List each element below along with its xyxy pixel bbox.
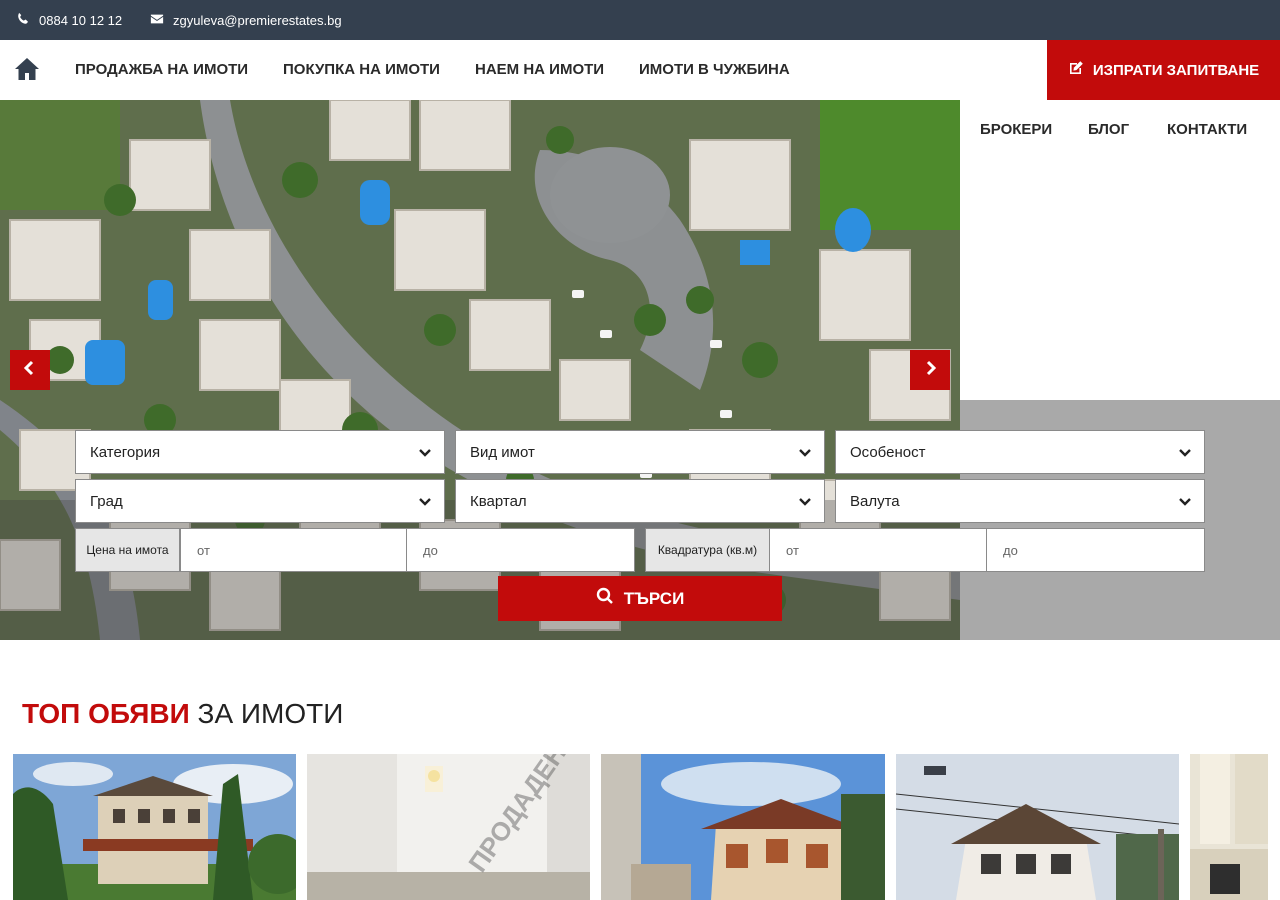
chevron-right-icon [922, 360, 938, 381]
listing-photo-house [601, 754, 885, 900]
price-range-label: Цена на имота [75, 528, 180, 572]
phone-number: 0884 10 12 12 [39, 12, 123, 28]
property-type-select-value: Вид имот [470, 443, 535, 461]
chevron-down-icon [1178, 495, 1192, 509]
listing-photo-building [896, 754, 1179, 900]
email-contact[interactable]: zgyuleva@premierestates.bg [150, 0, 342, 40]
nav-link-abroad[interactable]: ИМОТИ В ЧУЖБИНА [639, 40, 790, 100]
nav-link-brokers[interactable]: БРОКЕРИ [980, 100, 1052, 160]
email-address: zgyuleva@premierestates.bg [173, 12, 342, 28]
city-select[interactable]: Град [75, 479, 445, 523]
category-select-value: Категория [90, 443, 161, 461]
search-button[interactable]: ТЪРСИ [498, 576, 782, 621]
chevron-left-icon [22, 360, 38, 381]
slider-prev-button[interactable] [10, 350, 50, 390]
listing-card[interactable]: ПРОДАДЕН [307, 754, 590, 900]
chevron-down-icon [798, 446, 812, 460]
listing-card[interactable] [601, 754, 885, 900]
phone-contact[interactable]: 0884 10 12 12 [16, 0, 122, 40]
nav-link-buying[interactable]: ПОКУПКА НА ИМОТИ [283, 40, 440, 100]
feature-select-value: Особеност [850, 443, 926, 461]
district-select-value: Квартал [470, 492, 527, 510]
currency-select[interactable]: Валута [835, 479, 1205, 523]
listing-photo-kitchen [1190, 754, 1268, 900]
listing-card[interactable] [13, 754, 296, 900]
edit-icon [1068, 60, 1084, 80]
send-inquiry-label: ИЗПРАТИ ЗАПИТВАНЕ [1092, 61, 1260, 79]
send-inquiry-button[interactable]: ИЗПРАТИ ЗАПИТВАНЕ [1047, 40, 1280, 100]
nav-link-blog[interactable]: БЛОГ [1088, 100, 1129, 160]
top-bar: 0884 10 12 12 zgyuleva@premierestates.bg [0, 0, 1280, 40]
search-icon [596, 587, 614, 610]
search-button-label: ТЪРСИ [623, 588, 685, 608]
home-icon[interactable] [14, 57, 40, 81]
city-select-value: Град [90, 492, 123, 510]
chevron-down-icon [418, 446, 432, 460]
listing-photo-room: ПРОДАДЕН [307, 754, 590, 900]
listing-card[interactable] [1190, 754, 1268, 900]
title-highlight: ТОП ОБЯВИ [22, 698, 190, 729]
area-from-input[interactable]: от [769, 528, 987, 572]
chevron-down-icon [798, 495, 812, 509]
chevron-down-icon [1178, 446, 1192, 460]
main-navigation: ПРОДАЖБА НА ИМОТИ ПОКУПКА НА ИМОТИ НАЕМ … [0, 40, 1280, 100]
chevron-down-icon [418, 495, 432, 509]
area-to-input[interactable]: до [986, 528, 1205, 572]
nav-link-contacts[interactable]: КОНТАКТИ [1167, 100, 1247, 160]
listing-card[interactable] [896, 754, 1179, 900]
envelope-icon [150, 12, 164, 29]
area-range-label: Квадратура (кв.м) [645, 528, 770, 572]
nav-link-sales[interactable]: ПРОДАЖБА НА ИМОТИ [75, 40, 248, 100]
top-listings-title: ТОП ОБЯВИ ЗА ИМОТИ [22, 698, 343, 730]
phone-icon [16, 12, 30, 29]
price-to-input[interactable]: до [406, 528, 635, 572]
category-select[interactable]: Категория [75, 430, 445, 474]
district-select[interactable]: Квартал [455, 479, 825, 523]
currency-select-value: Валута [850, 492, 900, 510]
slider-next-button[interactable] [910, 350, 950, 390]
listing-photo-villa [13, 754, 296, 900]
price-from-input[interactable]: от [180, 528, 407, 572]
title-rest: ЗА ИМОТИ [189, 698, 344, 729]
feature-select[interactable]: Особеност [835, 430, 1205, 474]
nav-link-rent[interactable]: НАЕМ НА ИМОТИ [475, 40, 604, 100]
property-type-select[interactable]: Вид имот [455, 430, 825, 474]
